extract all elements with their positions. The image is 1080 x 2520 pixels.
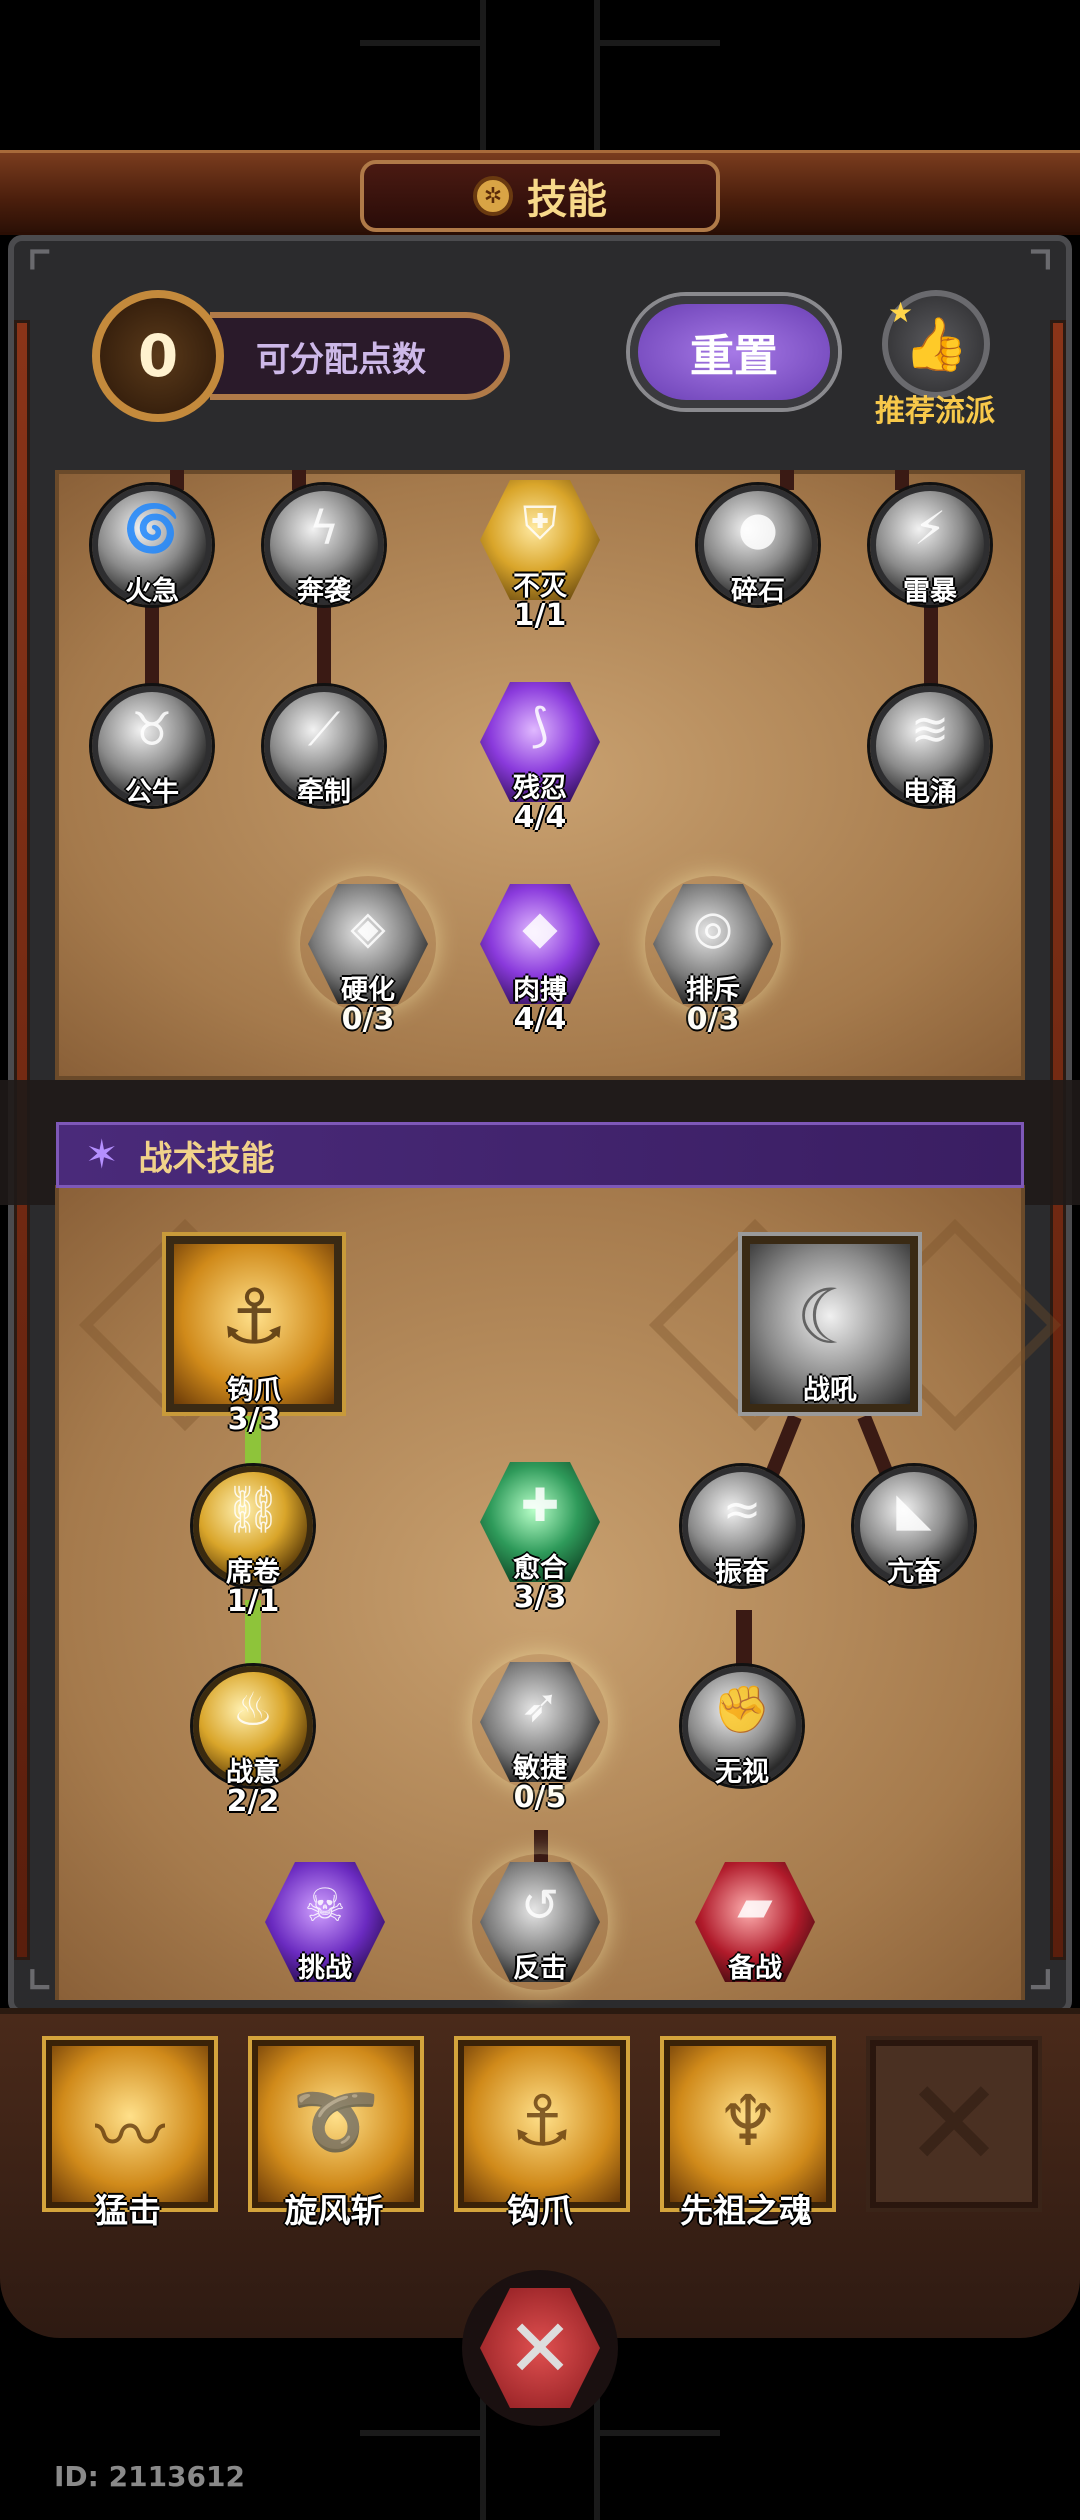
heal-plus-icon: ✚ [520, 1478, 560, 1532]
talent-node-leibao[interactable]: ⚡ 雷暴 [870, 485, 990, 607]
chain-icon: ⛓ [223, 1482, 283, 1536]
tactic-node-zhanhou[interactable]: ☾ 战吼 [742, 1236, 918, 1412]
corner-ornament-icon: ⌝ [1026, 240, 1056, 310]
page-title: 技能 [527, 177, 607, 223]
talent-node-bumie[interactable]: ⛨ 不灭 1/1 [480, 480, 600, 633]
talent-node-yinghua[interactable]: ◈ 硬化 0/3 [308, 884, 428, 1037]
lightning-icon: ϟ [308, 501, 340, 555]
crossed-swords-close-icon: ✕ [480, 2288, 600, 2408]
tactic-node-yuhe[interactable]: ✚ 愈合 3/3 [480, 1462, 600, 1615]
talent-node-benxi[interactable]: ϟ 奔袭 [264, 485, 384, 607]
skill-slot-3-label: 钩爪 [507, 2191, 573, 2230]
skill-points-counter: 0 [92, 290, 224, 422]
corner-ornament-icon: ⌜ [24, 240, 54, 310]
talent-node-gongniu[interactable]: ♉ 公牛 [92, 686, 212, 808]
gauntlet-icon: ▰ [737, 1878, 773, 1932]
ancestor-icon: ♆ [716, 2080, 780, 2162]
dash-icon: ➶ [520, 1678, 560, 1732]
skill-slot-3[interactable]: ⚓ [458, 2040, 626, 2208]
talent-node-canren[interactable]: ⟆ 残忍 4/4 [480, 682, 600, 835]
header-title-tab: ✲ 技能 [360, 160, 720, 232]
hook-icon: ⚓ [219, 1272, 289, 1361]
skull-icon: ☠ [304, 1878, 346, 1932]
talent-node-qianzhi[interactable]: ⟋ 牵制 [264, 686, 384, 808]
hook-icon: ⚓ [510, 2080, 574, 2162]
tactic-node-kangfen[interactable]: ◣ 亢奋 [854, 1466, 974, 1588]
talent-node-suishi[interactable]: ● 碎石 [698, 485, 818, 607]
slash-icon: ⟋ [307, 702, 341, 756]
skill-slot-5-empty[interactable]: ✕ [870, 2040, 1038, 2208]
connector [317, 600, 331, 690]
tactic-node-zhenfen[interactable]: ≈ 振奋 [682, 1466, 802, 1588]
storm-icon: ⚡ [913, 501, 947, 555]
gear-wheel-icon: ✲ [473, 176, 513, 216]
skill-slot-2[interactable]: ➰ [252, 2040, 420, 2208]
skill-slot-4-label: 先祖之魂 [680, 2191, 812, 2230]
roar-icon: ◣ [896, 1482, 932, 1536]
connector [145, 600, 159, 690]
skill-slot-1[interactable]: 〰 [46, 2040, 214, 2208]
wolf-icon: ☾ [795, 1272, 865, 1361]
empty-slot-icon: ✕ [903, 2054, 1005, 2194]
strike-icon: 〰 [95, 2095, 165, 2177]
tactics-section-title: 战术技能 [138, 1138, 275, 1179]
surge-icon: ≋ [910, 702, 950, 756]
star-badge-icon: ★ [888, 296, 914, 329]
tactic-node-tiaozhan[interactable]: ☠ 挑战 [265, 1862, 385, 1984]
tactic-node-gouzhao[interactable]: ⚓ 钩爪 3/3 [166, 1236, 342, 1437]
talent-node-paichi[interactable]: ◎ 排斥 0/3 [653, 884, 773, 1037]
shield-icon: ◈ [350, 900, 386, 954]
fist-icon: ✊ [713, 1682, 771, 1736]
tactic-node-zhanyi[interactable]: ♨ 战意 2/2 [193, 1666, 313, 1819]
flame-icon: ♨ [232, 1682, 274, 1736]
talent-node-huoji[interactable]: 🌀 火急 [92, 485, 212, 607]
skill-slot-4[interactable]: ♆ [664, 2040, 832, 2208]
talent-node-roubo[interactable]: ◆ 肉搏 4/4 [480, 884, 600, 1037]
tactic-node-minjie[interactable]: ➶ 敏捷 0/5 [480, 1662, 600, 1815]
claw-icon: ⟆ [531, 698, 549, 752]
rock-icon: ● [737, 501, 779, 555]
recommend-label: 推荐流派 [875, 394, 995, 429]
vortex-icon: ◎ [692, 900, 734, 954]
bull-icon: ♉ [131, 702, 173, 756]
skill-points-label: 可分配点数 [210, 312, 510, 400]
top-ornament [300, 0, 780, 150]
skill-slot-1-label: 猛击 [95, 2191, 161, 2230]
swirl-icon: 🌀 [123, 501, 181, 555]
armor-icon: ⛨ [522, 496, 558, 550]
whirlwind-icon: ➰ [292, 2080, 380, 2162]
tactic-node-beizhan[interactable]: ▰ 备战 [695, 1862, 815, 1984]
counter-icon: ↺ [520, 1878, 560, 1932]
tactic-node-wushi[interactable]: ✊ 无视 [682, 1666, 802, 1788]
talent-node-dianyong[interactable]: ≋ 电涌 [870, 686, 990, 808]
close-button[interactable]: ✕ [462, 2270, 618, 2426]
tactics-section-header: ✶ 战术技能 [56, 1122, 1024, 1188]
crystal-icon: ◆ [522, 900, 558, 954]
skill-slot-2-label: 旋风斩 [284, 2191, 384, 2230]
player-id: ID: 2113612 [54, 2460, 245, 2493]
reset-button[interactable]: 重置 [630, 296, 838, 408]
recommend-build-button[interactable]: 👍 ★ 推荐流派 [870, 290, 1000, 429]
wind-icon: ≈ [722, 1482, 762, 1536]
connector [924, 600, 938, 690]
tactic-node-fanji[interactable]: ↺ 反击 [480, 1862, 600, 1984]
tactic-node-xijuan[interactable]: ⛓ 席卷 1/1 [193, 1466, 313, 1619]
star-icon: ✶ [85, 1132, 119, 1178]
